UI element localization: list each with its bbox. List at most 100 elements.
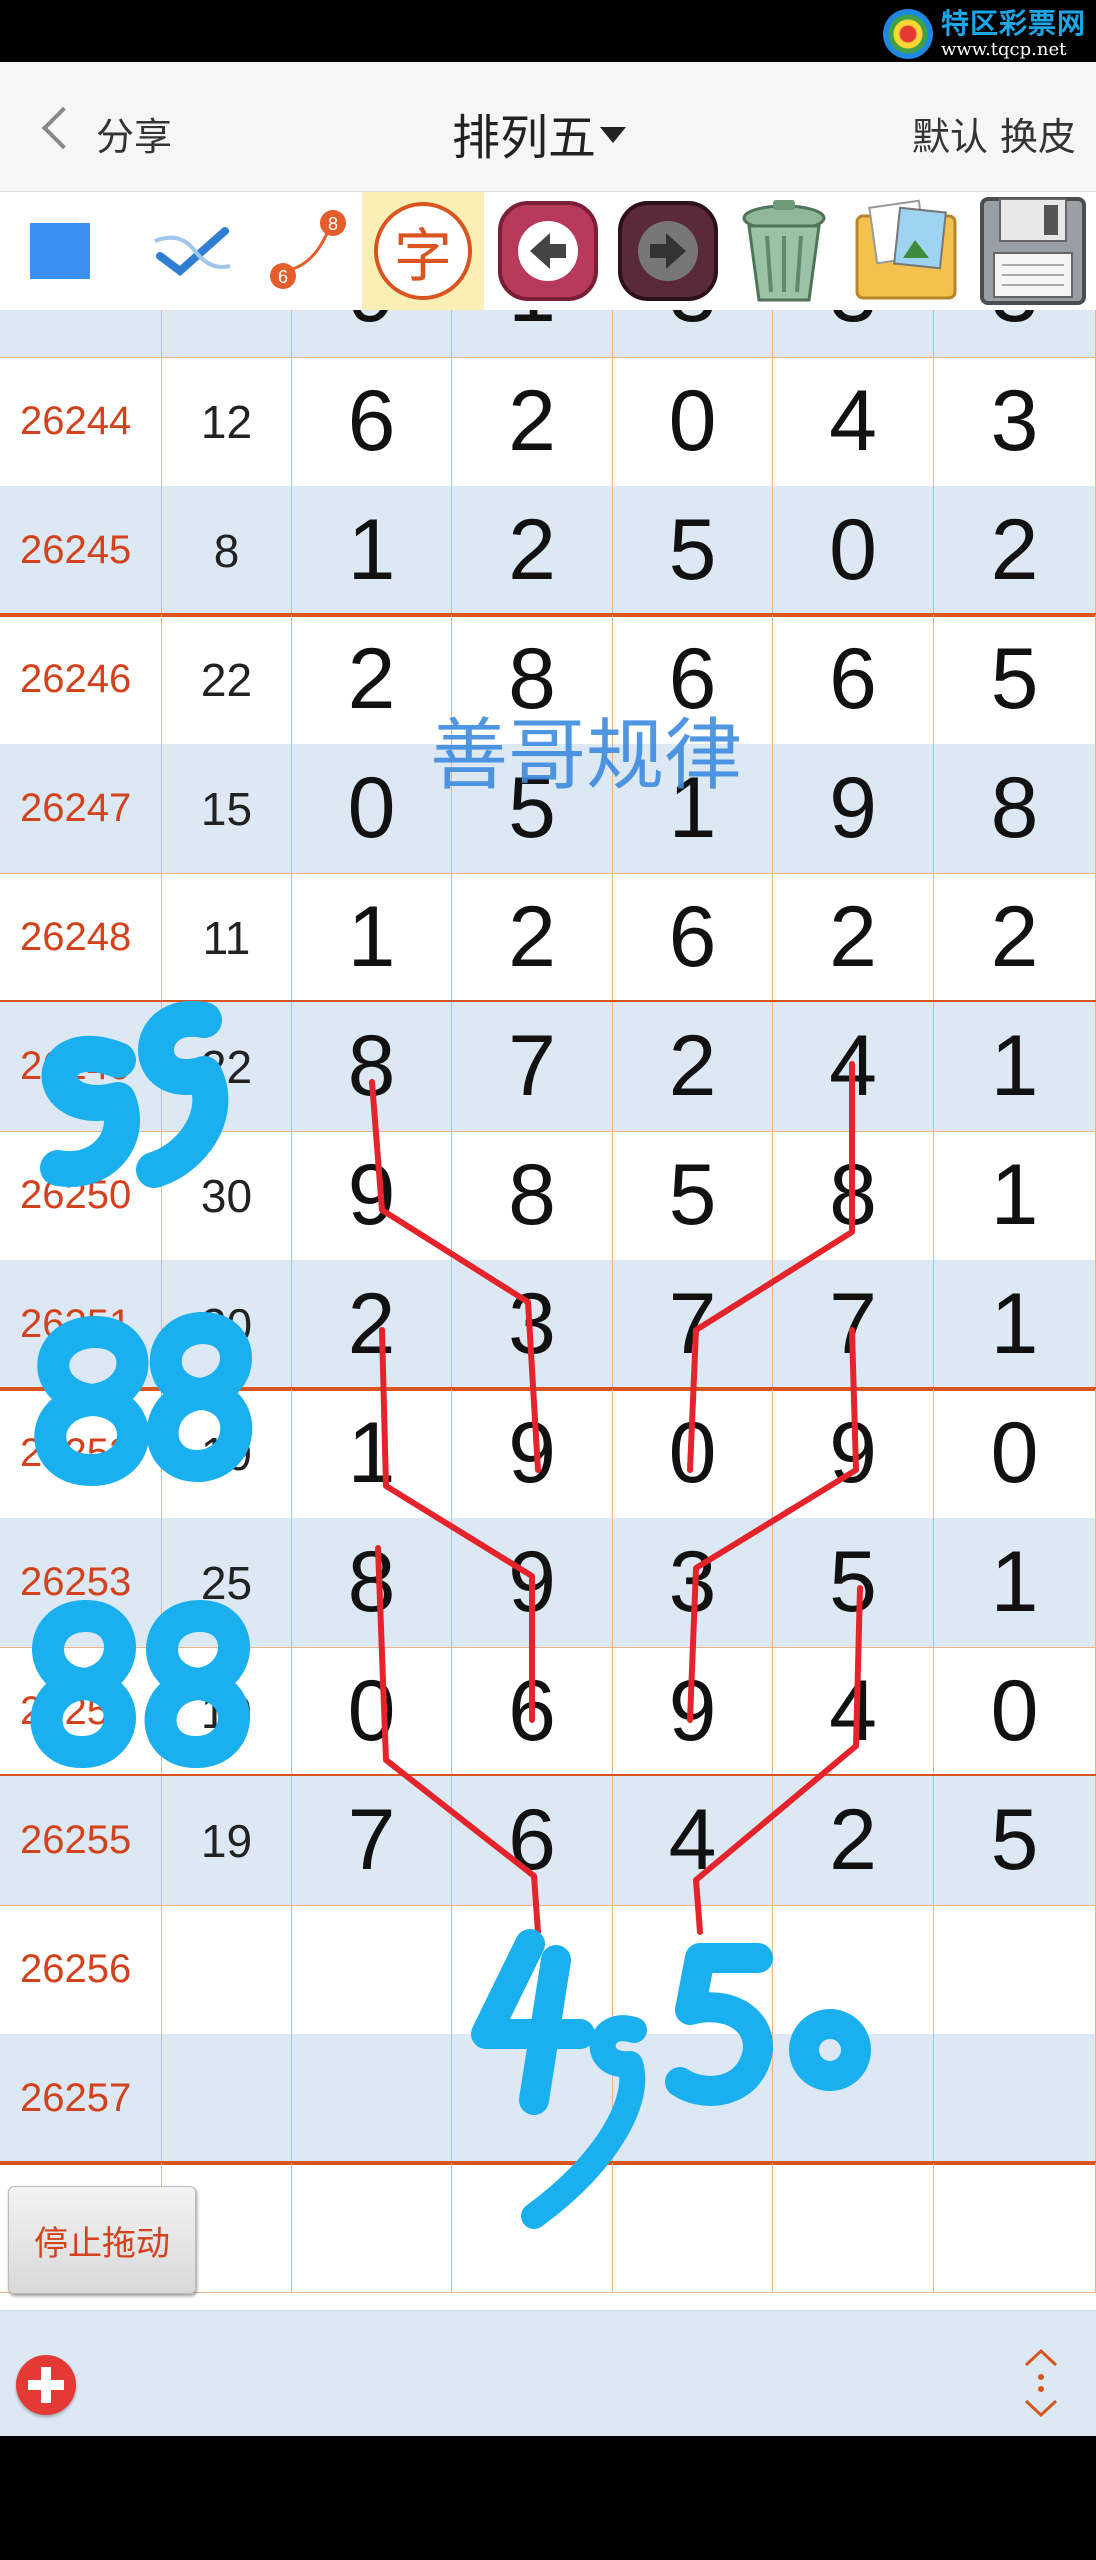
digit-cell: 9	[773, 744, 934, 873]
digit-cell: 2	[452, 486, 613, 615]
clear-button[interactable]	[724, 192, 844, 310]
digit-cell: 2	[773, 1776, 934, 1905]
save-button[interactable]	[970, 192, 1096, 310]
chevron-left-icon	[41, 106, 85, 150]
stop-drag-button[interactable]: 停止拖动	[8, 2186, 196, 2294]
back-button[interactable]	[34, 98, 94, 158]
digit-cell: 7	[613, 1260, 773, 1389]
digit-cell: 5	[452, 744, 613, 873]
digit-cell: 9	[292, 1131, 452, 1260]
digit-cell: 0	[613, 1389, 773, 1518]
digit-cell	[613, 2034, 773, 2163]
sum-cell	[162, 1905, 292, 2034]
redo-button[interactable]	[608, 192, 728, 310]
table-row[interactable]: 26254 19 0 6 9 4 0	[0, 1647, 1096, 1776]
issue-number-cell: 26247	[0, 744, 162, 873]
drawing-toolbar: 6 8 字	[0, 192, 1096, 310]
issue-number-cell: 26255	[0, 1776, 162, 1905]
color-picker-button[interactable]	[0, 192, 120, 310]
digit-cell: 4	[613, 1776, 773, 1905]
text-tool-button[interactable]: 字	[362, 192, 484, 310]
sum-cell: 25	[162, 1518, 292, 1647]
digit-cell	[773, 2034, 934, 2163]
digit-cell: 1	[934, 1260, 1096, 1389]
digit-cell: 6	[773, 615, 934, 744]
check-pen-icon	[154, 227, 231, 277]
digit-cell: 7	[452, 1002, 613, 1131]
issue-number-cell: 26244	[0, 357, 162, 486]
digit-cell	[452, 2163, 613, 2292]
badge-a: 6	[278, 267, 288, 287]
trash-icon	[742, 200, 826, 302]
save-disk-icon	[980, 197, 1086, 305]
issue-number-cell: 26254	[0, 1647, 162, 1776]
sum-cell: 22	[162, 1002, 292, 1131]
sum-cell: 8	[162, 486, 292, 615]
album-button[interactable]	[844, 192, 968, 310]
digit-cell: 6	[292, 357, 452, 486]
digit-cell: 9	[452, 1518, 613, 1647]
default-button[interactable]: 默认	[912, 106, 988, 161]
digit-cell: 2	[452, 357, 613, 486]
sum-cell: 19	[162, 1776, 292, 1905]
digit-cell: 1	[934, 1518, 1096, 1647]
digit-cell: 6	[452, 1776, 613, 1905]
table-row[interactable]: 26257	[0, 2034, 1096, 2163]
sum-cell: 19	[162, 1389, 292, 1518]
game-selector[interactable]: 排列五	[452, 98, 627, 168]
sum-cell: 19	[162, 1647, 292, 1776]
photo-album-icon	[855, 199, 957, 300]
digit-cell: 4	[773, 357, 934, 486]
table-row[interactable]: 26249 22 8 7 2 4 1	[0, 1002, 1096, 1131]
connect-tool-button[interactable]: 6 8	[250, 192, 360, 310]
table-row[interactable]: 26247 15 0 5 1 9 8	[0, 744, 1096, 873]
sum-cell	[162, 2034, 292, 2163]
digit-cell: 7	[773, 1260, 934, 1389]
badge-b: 8	[328, 214, 338, 234]
table-row[interactable]: 262432091333	[0, 310, 1096, 357]
digit-cell	[934, 2163, 1096, 2292]
table-row[interactable]: 26256	[0, 1905, 1096, 2034]
app-header: 分享 排列五 默认 换皮	[0, 62, 1096, 192]
add-icon[interactable]	[16, 2355, 76, 2415]
digit-cell: 8	[452, 1131, 613, 1260]
table-row[interactable]: 26252 19 1 9 0 9 0	[0, 1389, 1096, 1518]
table-row[interactable]: 26245 8 1 2 5 0 2	[0, 486, 1096, 615]
table-row[interactable]: 26248 11 1 2 6 2 2	[0, 873, 1096, 1002]
digit-cell: 8	[773, 1131, 934, 1260]
digit-cell: 3	[773, 310, 934, 357]
digit-cell: 7	[292, 1776, 452, 1905]
table-row[interactable]: 26246 22 2 8 6 6 5	[0, 615, 1096, 744]
trend-table[interactable]: 2624320913332624412620432624581250226246…	[0, 310, 1096, 2310]
change-skin-button[interactable]: 换皮	[1000, 106, 1076, 161]
issue-number-cell: 26251	[0, 1260, 162, 1389]
digit-cell: 0	[613, 357, 773, 486]
issue-number-cell: 26245	[0, 486, 162, 615]
pen-tool-button[interactable]	[130, 192, 250, 310]
digit-cell: 0	[292, 744, 452, 873]
expand-vertical-icon[interactable]	[1016, 2343, 1066, 2423]
table-row[interactable]: 26250 30 9 8 5 8 1	[0, 1131, 1096, 1260]
share-button[interactable]: 分享	[96, 106, 172, 161]
digit-cell: 4	[773, 1647, 934, 1776]
status-bar: 特区彩票网 www.tqcp.net	[0, 0, 1096, 62]
text-tool-label: 字	[393, 222, 452, 290]
digit-cell	[934, 1905, 1096, 2034]
digit-cell	[934, 2034, 1096, 2163]
digit-cell: 5	[934, 615, 1096, 744]
digit-cell	[613, 2163, 773, 2292]
digit-cell: 8	[452, 615, 613, 744]
watermark-logo-icon	[882, 9, 933, 59]
redo-arrow-icon	[618, 201, 718, 301]
digit-cell: 1	[452, 310, 613, 357]
digit-cell: 9	[452, 1389, 613, 1518]
digit-cell: 9	[292, 310, 452, 357]
undo-button[interactable]	[488, 192, 608, 310]
table-row[interactable]: 26244 12 6 2 0 4 3	[0, 357, 1096, 486]
table-row[interactable]: 26251 20 2 3 7 7 1	[0, 1260, 1096, 1389]
table-row[interactable]: 26253 25 8 9 3 5 1	[0, 1518, 1096, 1647]
digit-cell: 8	[292, 1518, 452, 1647]
digit-cell: 9	[613, 1647, 773, 1776]
table-row[interactable]: 26255 19 7 6 4 2 5	[0, 1776, 1096, 1905]
digit-cell: 6	[613, 873, 773, 1002]
